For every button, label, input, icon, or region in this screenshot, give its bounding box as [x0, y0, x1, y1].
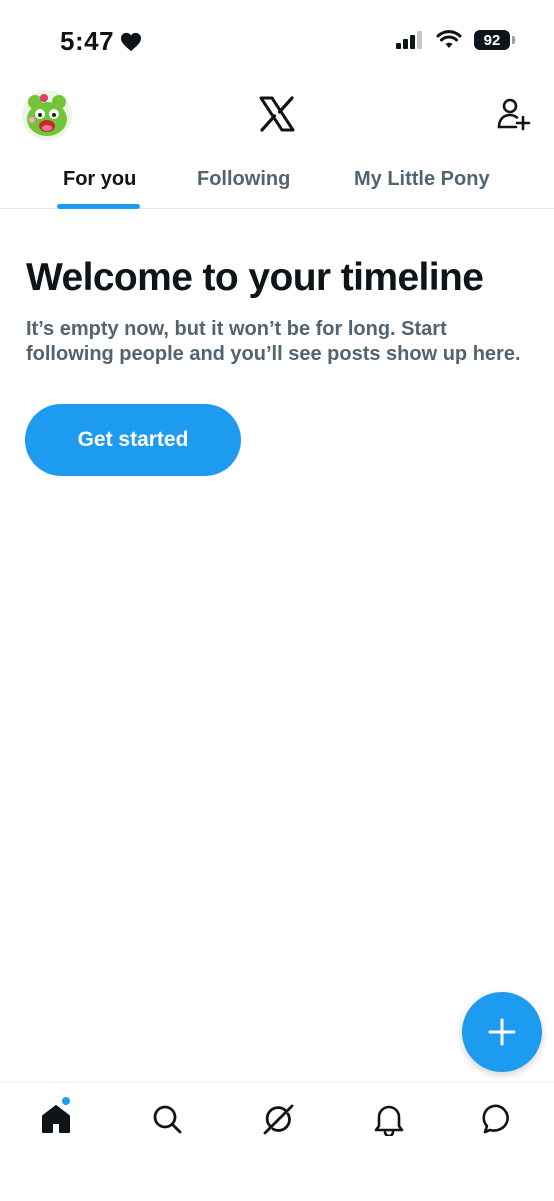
active-tab-indicator — [57, 204, 140, 209]
status-time-text: 5:47 — [60, 26, 115, 56]
status-bar-time: 5:47 — [60, 26, 142, 57]
x-logo[interactable] — [257, 94, 297, 134]
tab-my-little-pony[interactable]: My Little Pony — [354, 150, 490, 208]
avatar-icon — [22, 90, 72, 140]
bell-icon — [374, 1105, 404, 1136]
tab-label: Following — [197, 167, 291, 190]
get-started-button[interactable]: Get started — [25, 404, 241, 476]
timeline-tabs: For you Following My Little Pony — [0, 150, 554, 209]
add-user-icon — [497, 98, 531, 131]
nav-home[interactable] — [36, 1097, 76, 1139]
signal-icon — [396, 31, 422, 49]
plus-icon — [488, 1018, 516, 1046]
tab-label: For you — [63, 167, 137, 190]
battery-indicator: 92 — [474, 30, 515, 50]
x-logo-icon — [259, 96, 295, 132]
message-icon — [482, 1104, 509, 1134]
page-title: Welcome to your timeline — [26, 256, 484, 299]
search-icon — [153, 1105, 182, 1134]
tab-for-you[interactable]: For you — [63, 150, 136, 208]
battery-level: 92 — [483, 31, 501, 49]
bottom-nav — [0, 1082, 554, 1201]
status-indicators: 92 — [396, 30, 515, 50]
heart-icon — [121, 32, 142, 51]
page-subtitle: It’s empty now, but it won’t be for long… — [26, 318, 521, 365]
grok-icon — [263, 1104, 294, 1135]
compose-post-button[interactable] — [462, 992, 542, 1072]
nav-notifications[interactable] — [369, 1099, 409, 1139]
tab-label: My Little Pony — [354, 167, 490, 190]
add-user-button[interactable] — [496, 96, 532, 132]
get-started-label: Get started — [77, 428, 189, 451]
profile-avatar[interactable] — [22, 90, 72, 140]
wifi-icon — [436, 30, 462, 48]
nav-search[interactable] — [147, 1099, 187, 1139]
home-icon — [42, 1105, 70, 1133]
tab-following[interactable]: Following — [197, 150, 290, 208]
nav-messages[interactable] — [478, 1099, 518, 1139]
nav-grok[interactable] — [258, 1099, 298, 1139]
home-badge — [62, 1097, 70, 1105]
